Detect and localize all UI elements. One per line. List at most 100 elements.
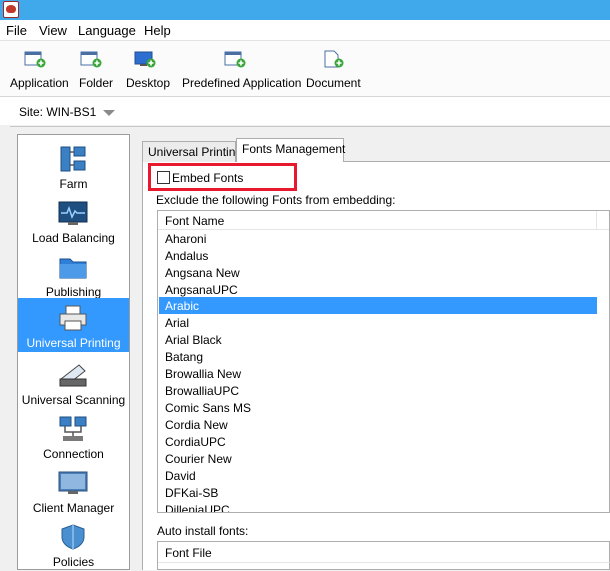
list-item[interactable]: Browallia New xyxy=(159,365,597,382)
sidebar-item-connection[interactable]: Connection xyxy=(18,409,129,463)
add-predefined-application-icon xyxy=(224,51,246,68)
font-name: Arial Black xyxy=(165,333,222,347)
list-item[interactable]: Courier New xyxy=(159,450,597,467)
font-name: Comic Sans MS xyxy=(165,401,252,415)
add-predefined-application-label: Predefined Application xyxy=(182,76,302,90)
divider xyxy=(158,562,610,563)
font-name: Cordia New xyxy=(165,418,228,432)
load-balancing-icon xyxy=(58,201,88,225)
column-header-font-name[interactable]: Font Name xyxy=(165,214,224,228)
add-desktop-button[interactable]: Desktop xyxy=(122,41,172,95)
font-name: AngsanaUPC xyxy=(165,283,238,297)
font-name: Angsana New xyxy=(165,266,240,280)
highlight-annotation xyxy=(148,163,297,191)
scanner-icon xyxy=(59,364,87,387)
menu-file[interactable]: File xyxy=(6,23,27,38)
chevron-down-icon[interactable] xyxy=(103,110,115,116)
exclude-fonts-label: Exclude the following Fonts from embeddi… xyxy=(156,193,396,207)
font-name: Andalus xyxy=(165,249,209,263)
divider xyxy=(596,211,597,230)
add-application-button[interactable]: Application xyxy=(4,41,69,95)
menu-language[interactable]: Language xyxy=(78,23,136,38)
font-name: BrowalliaUPC xyxy=(165,384,240,398)
auto-install-fonts-list[interactable]: Font File xyxy=(157,541,610,570)
font-name: DilleniaUPC xyxy=(165,503,230,513)
sidebar-item-label: Universal Scanning xyxy=(21,393,126,407)
client-manager-icon xyxy=(58,471,88,494)
site-label: Site: WIN-BS1 xyxy=(19,105,97,119)
list-header[interactable]: Font Name xyxy=(158,211,609,230)
sidebar-item-universal-scanning[interactable]: Universal Scanning xyxy=(18,355,129,409)
list-item[interactable]: CordiaUPC xyxy=(159,433,597,450)
list-item-selected[interactable]: Arabic xyxy=(159,297,597,314)
add-application-icon xyxy=(24,51,46,68)
menu-help[interactable]: Help xyxy=(144,23,171,38)
connection-icon xyxy=(59,416,87,441)
list-item[interactable]: Arial xyxy=(159,314,597,331)
add-document-icon xyxy=(324,50,344,68)
add-application-label: Application xyxy=(10,76,69,90)
add-predefined-application-button[interactable]: Predefined Application xyxy=(178,41,301,95)
farm-icon xyxy=(60,146,86,172)
list-item[interactable]: BrowalliaUPC xyxy=(159,382,597,399)
sidebar-item-universal-printing[interactable]: Universal Printing xyxy=(18,298,129,352)
list-item[interactable]: DilleniaUPC xyxy=(159,501,597,513)
tab-label: Fonts Management xyxy=(242,142,346,156)
add-document-label: Document xyxy=(306,76,361,90)
list-item[interactable]: David xyxy=(159,467,597,484)
sidebar-item-label: Client Manager xyxy=(32,501,115,515)
sidebar-item-policies[interactable]: Policies xyxy=(18,517,129,571)
publishing-icon xyxy=(59,258,87,279)
sidebar-item-label: Policies xyxy=(52,555,95,569)
add-folder-icon xyxy=(80,51,102,68)
title-bar xyxy=(0,0,610,20)
font-name: David xyxy=(165,469,196,483)
add-folder-button[interactable]: Folder xyxy=(74,41,118,95)
sidebar-item-label: Farm xyxy=(59,177,88,191)
sidebar-item-label: Universal Printing xyxy=(26,336,121,350)
font-name: Aharoni xyxy=(165,232,207,246)
add-folder-label: Folder xyxy=(79,76,114,90)
printer-icon xyxy=(59,305,87,331)
list-item[interactable]: Andalus xyxy=(159,247,597,264)
font-name: Arabic xyxy=(165,299,200,313)
app-logo-icon xyxy=(3,1,19,18)
list-item[interactable]: DFKai-SB xyxy=(159,484,597,501)
font-name: DFKai-SB xyxy=(165,486,219,500)
font-name: Batang xyxy=(165,350,204,364)
menu-bar: File View Language Help xyxy=(0,20,610,41)
sidebar-item-load-balancing[interactable]: Load Balancing xyxy=(18,193,129,247)
tab-universal-printing[interactable]: Universal Printing xyxy=(142,141,242,162)
add-desktop-icon xyxy=(134,51,156,68)
sidebar-item-publishing[interactable]: Publishing xyxy=(18,247,129,301)
shield-icon xyxy=(61,524,85,550)
font-name: Browallia New xyxy=(165,367,242,381)
list-item[interactable]: Arial Black xyxy=(159,331,597,348)
tab-label: Universal Printing xyxy=(148,145,243,159)
list-item[interactable]: AngsanaUPC xyxy=(159,281,597,298)
tab-fonts-management[interactable]: Fonts Management xyxy=(236,138,346,162)
sidebar-item-farm[interactable]: Farm xyxy=(18,139,129,193)
toolbar: Application Folder Desktop Predefined Ap… xyxy=(0,41,610,97)
sidebar: Farm Load Balancing Publishing Universal… xyxy=(17,134,130,570)
font-name: Arial xyxy=(165,316,190,330)
font-name: CordiaUPC xyxy=(165,435,226,449)
list-item[interactable]: Comic Sans MS xyxy=(159,399,597,416)
sidebar-item-label: Load Balancing xyxy=(32,231,115,245)
column-header-font-file[interactable]: Font File xyxy=(165,546,212,560)
add-desktop-label: Desktop xyxy=(126,76,171,90)
font-name: Courier New xyxy=(165,452,232,466)
site-selector[interactable]: Site: WIN-BS1 xyxy=(0,97,610,125)
list-item[interactable]: Cordia New xyxy=(159,416,597,433)
divider xyxy=(10,126,610,127)
add-document-button[interactable]: Document xyxy=(302,41,361,95)
list-item[interactable]: Batang xyxy=(159,348,597,365)
list-item[interactable]: Angsana New xyxy=(159,264,597,281)
sidebar-item-client-manager[interactable]: Client Manager xyxy=(18,463,129,517)
sidebar-item-label: Connection xyxy=(43,447,104,461)
exclude-fonts-list[interactable]: Font Name Aharoni Andalus Angsana New An… xyxy=(157,210,610,513)
menu-view[interactable]: View xyxy=(39,23,67,38)
list-item[interactable]: Aharoni xyxy=(159,230,597,247)
sidebar-item-label: Publishing xyxy=(45,285,102,299)
auto-install-fonts-label: Auto install fonts: xyxy=(157,524,249,538)
